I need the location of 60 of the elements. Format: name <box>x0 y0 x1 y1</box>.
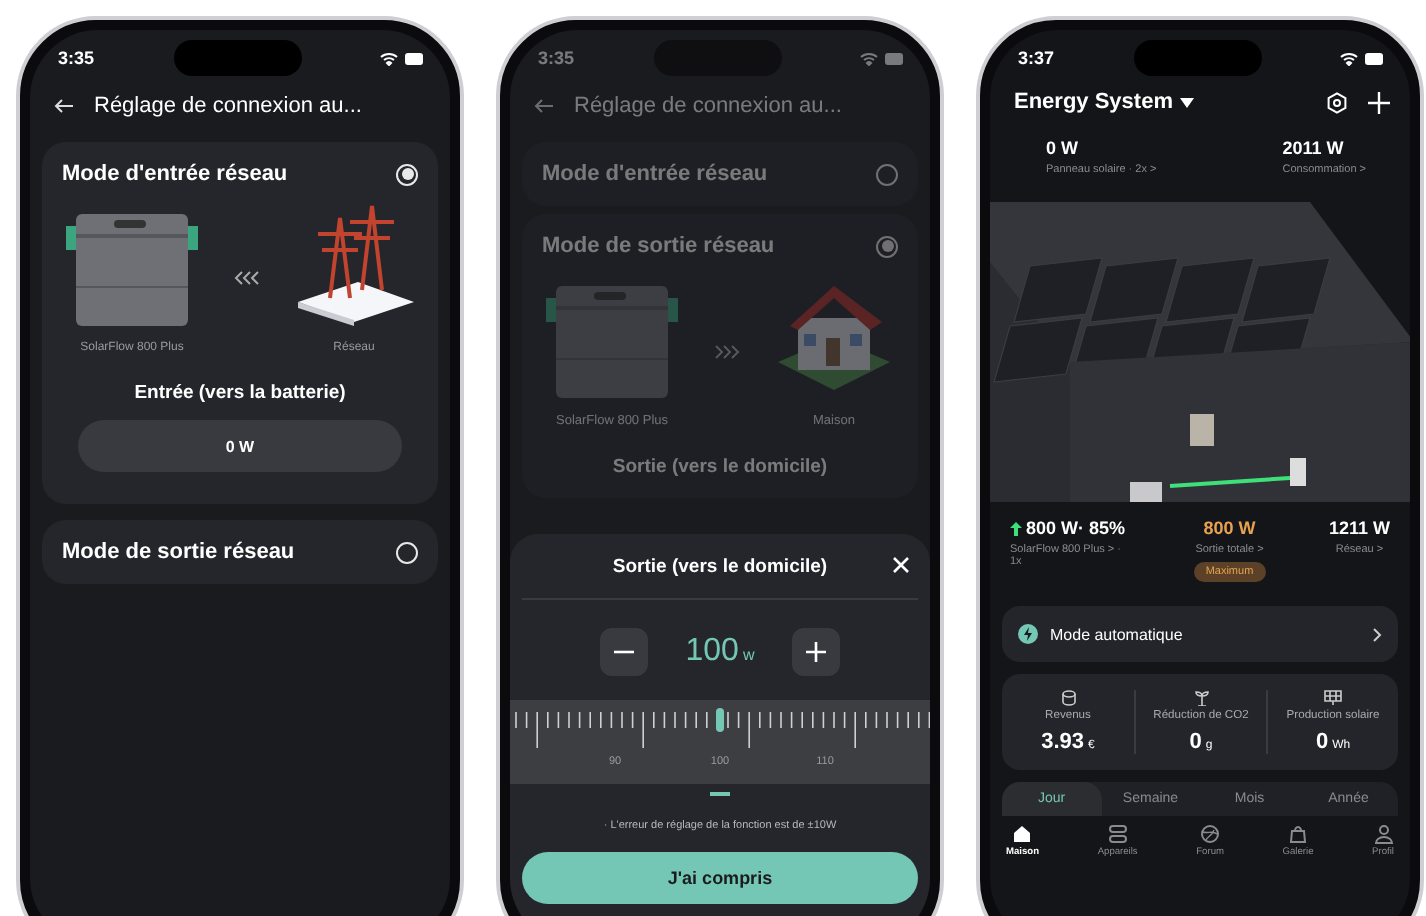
page-title: Réglage de connexion au... <box>94 94 362 118</box>
status-time: 3:35 <box>538 48 575 68</box>
confirm-button[interactable]: J'ai compris <box>522 852 918 904</box>
page-title: Réglage de connexion au... <box>574 94 842 118</box>
up-arrow-icon <box>1010 521 1022 535</box>
mode-row[interactable]: Mode automatique <box>1002 606 1398 662</box>
settings-icon[interactable] <box>1326 91 1348 113</box>
stat-value: 1211 W <box>1328 518 1390 538</box>
slider-thumb[interactable] <box>716 708 724 732</box>
status-time: 3:37 <box>1018 48 1055 68</box>
mode-label: Mode d'entrée réseau <box>62 162 288 186</box>
minus-button[interactable] <box>600 628 648 676</box>
mode-label: Mode de sortie réseau <box>542 234 775 258</box>
globe-icon <box>1200 824 1221 844</box>
wifi-icon <box>859 51 878 65</box>
battery-icon <box>1363 51 1386 65</box>
stat-value: 800 W <box>1203 518 1256 538</box>
caret-icon <box>1180 97 1195 107</box>
radio-button[interactable] <box>396 541 418 563</box>
battery-icon <box>883 51 906 65</box>
field-label: Entrée (vers la batterie) <box>132 382 348 404</box>
radio-button[interactable] <box>876 163 898 185</box>
chevrons-icon <box>231 270 261 286</box>
camera-notch <box>1133 40 1261 76</box>
radio-button[interactable] <box>396 163 418 185</box>
sheet-title: Sortie (vers le domicile) <box>612 555 828 577</box>
field-label: Sortie (vers le domicile) <box>610 456 830 478</box>
plant-icon <box>1193 690 1209 706</box>
coins-icon <box>1061 690 1075 706</box>
stat-value: 800 W· 85% <box>1010 518 1126 538</box>
plus-button[interactable] <box>792 628 840 676</box>
power-field[interactable]: 0 W <box>78 420 402 472</box>
minus-icon <box>614 650 634 654</box>
lightning-icon <box>1018 624 1038 644</box>
plus-icon[interactable] <box>1368 91 1390 113</box>
mode-label: Mode de sortie réseau <box>62 540 295 564</box>
battery-unit-drawing <box>546 286 678 398</box>
close-icon[interactable] <box>892 556 910 574</box>
battery-icon <box>403 51 426 65</box>
system-selector[interactable]: Energy System <box>1014 90 1195 114</box>
camera-notch <box>173 40 301 76</box>
stat-value: 0 W <box>1046 138 1081 158</box>
solar-panel-icon <box>1324 690 1342 706</box>
plus-icon <box>806 642 826 662</box>
chevron-right-icon <box>1372 627 1382 641</box>
stat-value: 2011 W <box>1282 138 1346 158</box>
devices-icon <box>1107 824 1128 844</box>
mode-label: Mode d'entrée réseau <box>542 162 768 186</box>
radio-button[interactable] <box>876 235 898 257</box>
power-tower-drawing <box>294 202 414 326</box>
bag-icon <box>1288 824 1309 844</box>
battery-unit-drawing <box>66 214 198 326</box>
profile-icon <box>1373 824 1394 844</box>
status-time: 3:35 <box>58 48 95 68</box>
home-icon <box>1012 824 1033 844</box>
chevrons-icon <box>711 343 741 359</box>
wifi-icon <box>1339 51 1358 65</box>
back-arrow-icon[interactable] <box>54 98 74 114</box>
wifi-icon <box>379 51 398 65</box>
power-value: 100 w <box>684 634 756 670</box>
